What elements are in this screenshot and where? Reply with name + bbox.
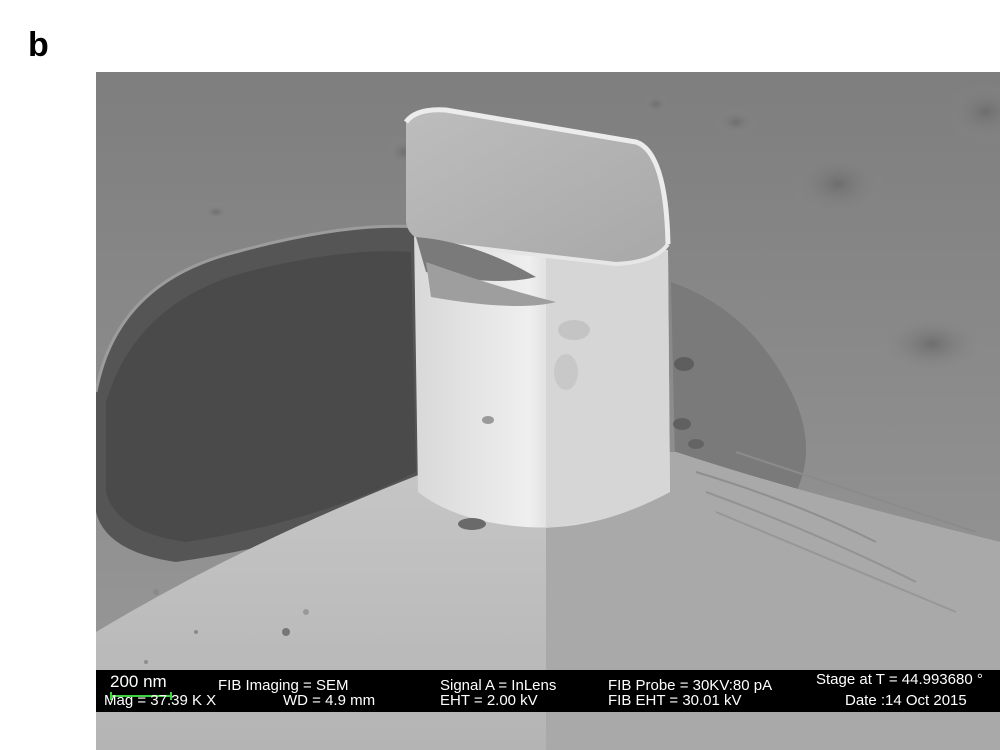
fib-imaging-readout: FIB Imaging = SEM — [218, 677, 349, 694]
working-distance-readout: WD = 4.9 mm — [283, 692, 376, 709]
date-readout: Date :14 Oct 2015 — [845, 692, 967, 709]
sem-micrograph: 200 nm Mag = 37.39 K X FIB Imaging = SEM… — [96, 72, 1000, 750]
fib-probe-readout: FIB Probe = 30KV:80 pA — [608, 677, 773, 694]
fib-eht-readout: FIB EHT = 30.01 kV — [608, 692, 742, 709]
scale-bar-label: 200 nm — [110, 672, 167, 691]
signal-readout: Signal A = InLens — [440, 677, 557, 694]
eht-readout: EHT = 2.00 kV — [440, 692, 538, 709]
sem-databar: 200 nm Mag = 37.39 K X FIB Imaging = SEM… — [96, 670, 1000, 712]
micrograph-image — [96, 72, 1000, 750]
figure-page: b 200 nm Mag = 37.39 K X FIB Imaging = S… — [0, 0, 1000, 750]
stage-tilt-readout: Stage at T = 44.993680 ° — [816, 671, 983, 688]
magnification-readout: Mag = 37.39 K X — [104, 692, 217, 709]
panel-label: b — [28, 26, 49, 64]
